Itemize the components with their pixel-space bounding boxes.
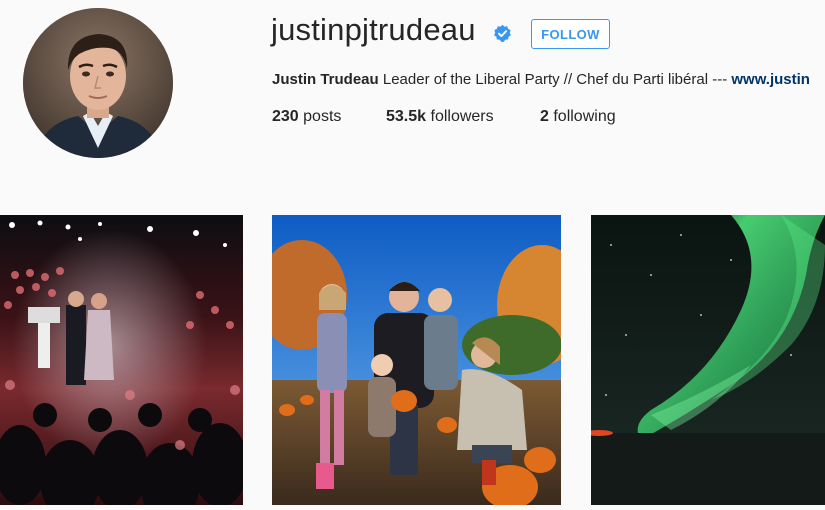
profile-avatar[interactable] [23, 8, 173, 158]
following-count: 2 [540, 108, 549, 125]
rally-crowd-photo-icon [0, 215, 243, 505]
post-thumbnail-3[interactable] [591, 215, 825, 505]
posts-count: 230 [272, 108, 299, 125]
family-pumpkin-patch-photo-icon [272, 215, 561, 505]
profile-username: justinpjtrudeau [271, 12, 476, 47]
stat-following[interactable]: 2 following [540, 108, 616, 126]
profile-bio-text: Leader of the Liberal Party // Chef du P… [378, 71, 732, 88]
follow-button[interactable]: FOLLOW [531, 19, 610, 49]
followers-label: followers [426, 108, 494, 125]
profile-photo-icon [23, 8, 173, 158]
profile-bio-link[interactable]: www.justin [731, 71, 810, 88]
profile-full-name: Justin Trudeau [272, 71, 379, 88]
stat-followers[interactable]: 53.5k followers [386, 108, 494, 126]
posts-label: posts [298, 108, 342, 125]
post-thumbnail-1[interactable] [0, 215, 243, 505]
profile-page: justinpjtrudeau FOLLOW Justin Trudeau Le… [0, 0, 825, 510]
verified-badge-icon [494, 24, 511, 42]
following-label: following [548, 108, 616, 125]
followers-count: 53.5k [386, 108, 427, 125]
northern-lights-photo-icon [591, 215, 825, 505]
profile-bio: Justin Trudeau Leader of the Liberal Par… [272, 71, 825, 88]
stat-posts: 230 posts [272, 108, 341, 126]
post-thumbnail-2[interactable] [272, 215, 561, 505]
